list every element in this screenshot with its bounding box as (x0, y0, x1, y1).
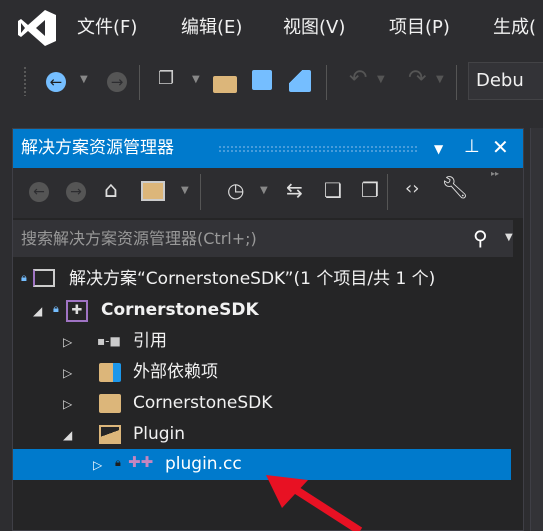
lock-icon: 🔒︎ (21, 271, 27, 284)
configuration-select[interactable]: Debu (468, 62, 543, 100)
panel-title-bar[interactable]: 解决方案资源管理器 ▼ ⊥ ✕ (13, 129, 523, 168)
open-folder-icon[interactable] (213, 76, 237, 93)
menu-file[interactable]: 文件(F) (77, 8, 137, 48)
tree-item-filter-plugin[interactable]: ◢ Plugin (13, 419, 511, 450)
dropdown-icon[interactable]: ▼ (436, 75, 444, 85)
tree-item-project[interactable]: ◢ 🔒︎ ✚ CornerstoneSDK (13, 295, 511, 326)
right-splitter[interactable] (530, 128, 543, 531)
collapsed-arrow-icon[interactable]: ▷ (63, 389, 72, 420)
switch-views-icon[interactable] (141, 181, 165, 201)
back-icon[interactable]: ← (46, 72, 66, 92)
search-icon[interactable]: ⚲ (473, 228, 488, 248)
collapsed-arrow-icon[interactable]: ▷ (93, 450, 102, 481)
dropdown-icon[interactable]: ▼ (181, 186, 189, 196)
dropdown-icon[interactable]: ▼ (80, 75, 88, 85)
filter-folder-open-icon (99, 425, 121, 444)
new-project-icon[interactable]: ❐ (158, 70, 174, 88)
tree-label: plugin.cc (165, 454, 242, 474)
dropdown-icon[interactable]: ▼ (260, 186, 268, 196)
arrow-shaft (287, 482, 363, 531)
annotation-red-arrow (266, 475, 363, 531)
search-placeholder: 搜索解决方案资源管理器(Ctrl+;) (21, 229, 257, 248)
close-icon[interactable]: ✕ (492, 137, 509, 157)
solution-explorer-toolbar: ← → ⌂ ▼ ◷ ▼ ⇆ ❏ ❐ ‹› 🔧︎ ▸▸ (13, 168, 523, 218)
back-icon[interactable]: ← (29, 182, 49, 202)
vs-logo-icon (18, 10, 56, 46)
references-icon: ▪-■ (97, 334, 121, 348)
dropdown-icon[interactable]: ▼ (377, 75, 385, 85)
undo-icon[interactable]: ↶ (349, 68, 367, 90)
pin-icon[interactable]: ⊥ (464, 138, 480, 156)
menu-build[interactable]: 生成( (493, 8, 536, 48)
window-menu-icon[interactable]: ▼ (434, 143, 443, 155)
panel-title: 解决方案资源管理器 (21, 138, 174, 158)
menu-view[interactable]: 视图(V) (283, 8, 345, 48)
save-all-icon[interactable] (289, 70, 311, 92)
cpp-project-icon: ✚ (66, 300, 88, 322)
forward-icon[interactable]: → (66, 182, 86, 202)
lock-icon: 🔒︎ (53, 302, 59, 315)
save-icon[interactable] (252, 70, 272, 90)
view-code-icon[interactable]: ‹› (405, 180, 419, 198)
properties-wrench-icon[interactable]: 🔧︎ (441, 178, 469, 200)
lock-icon: 🔒︎ (115, 456, 121, 469)
toolbar-grip[interactable] (23, 66, 27, 96)
overflow-icon[interactable]: ▸▸ (491, 170, 499, 178)
pending-changes-filter-icon[interactable]: ◷ (227, 180, 244, 200)
title-grip (218, 145, 418, 153)
redo-icon[interactable]: ↷ (408, 68, 426, 90)
menu-edit[interactable]: 编辑(E) (181, 8, 242, 48)
forward-icon[interactable]: → (107, 72, 127, 92)
tree-label: CornerstoneSDK (133, 393, 273, 413)
tree-item-external-dependencies[interactable]: ▷ 外部依赖项 (13, 357, 511, 388)
tree-item-references[interactable]: ▷ ▪-■ 引用 (13, 326, 511, 357)
tree-label: 引用 (133, 331, 167, 351)
collapsed-arrow-icon[interactable]: ▷ (63, 358, 72, 389)
sync-icon[interactable]: ⇆ (286, 180, 303, 200)
expanded-arrow-icon[interactable]: ◢ (33, 296, 42, 327)
home-icon[interactable]: ⌂ (104, 180, 118, 202)
external-folder-icon (99, 363, 121, 382)
tree-item-solution[interactable]: 🔒︎ 解决方案“CornerstoneSDK”(1 个项目/共 1 个) (13, 264, 511, 295)
tree-item-filter-cornerstonesdk[interactable]: ▷ CornerstoneSDK (13, 388, 511, 419)
collapsed-arrow-icon[interactable]: ▷ (63, 327, 72, 358)
tree-label: 解决方案“CornerstoneSDK”(1 个项目/共 1 个) (69, 269, 436, 289)
search-options-dropdown-icon[interactable]: ▼ (505, 233, 513, 243)
expanded-arrow-icon[interactable]: ◢ (63, 420, 72, 451)
menu-project[interactable]: 项目(P) (389, 8, 450, 48)
tree-label: CornerstoneSDK (101, 300, 259, 320)
filter-folder-icon (99, 394, 121, 413)
collapse-all-icon[interactable]: ❏ (324, 180, 342, 200)
solution-icon (33, 269, 55, 287)
search-input[interactable]: 搜索解决方案资源管理器(Ctrl+;) ⚲ (13, 220, 513, 257)
cpp-file-icon: ✚✚ (128, 453, 154, 471)
tree-label: Plugin (133, 424, 186, 444)
tree-label: 外部依赖项 (133, 362, 218, 382)
dropdown-icon[interactable]: ▼ (192, 75, 200, 85)
show-all-files-icon[interactable]: ❐ (361, 180, 379, 200)
